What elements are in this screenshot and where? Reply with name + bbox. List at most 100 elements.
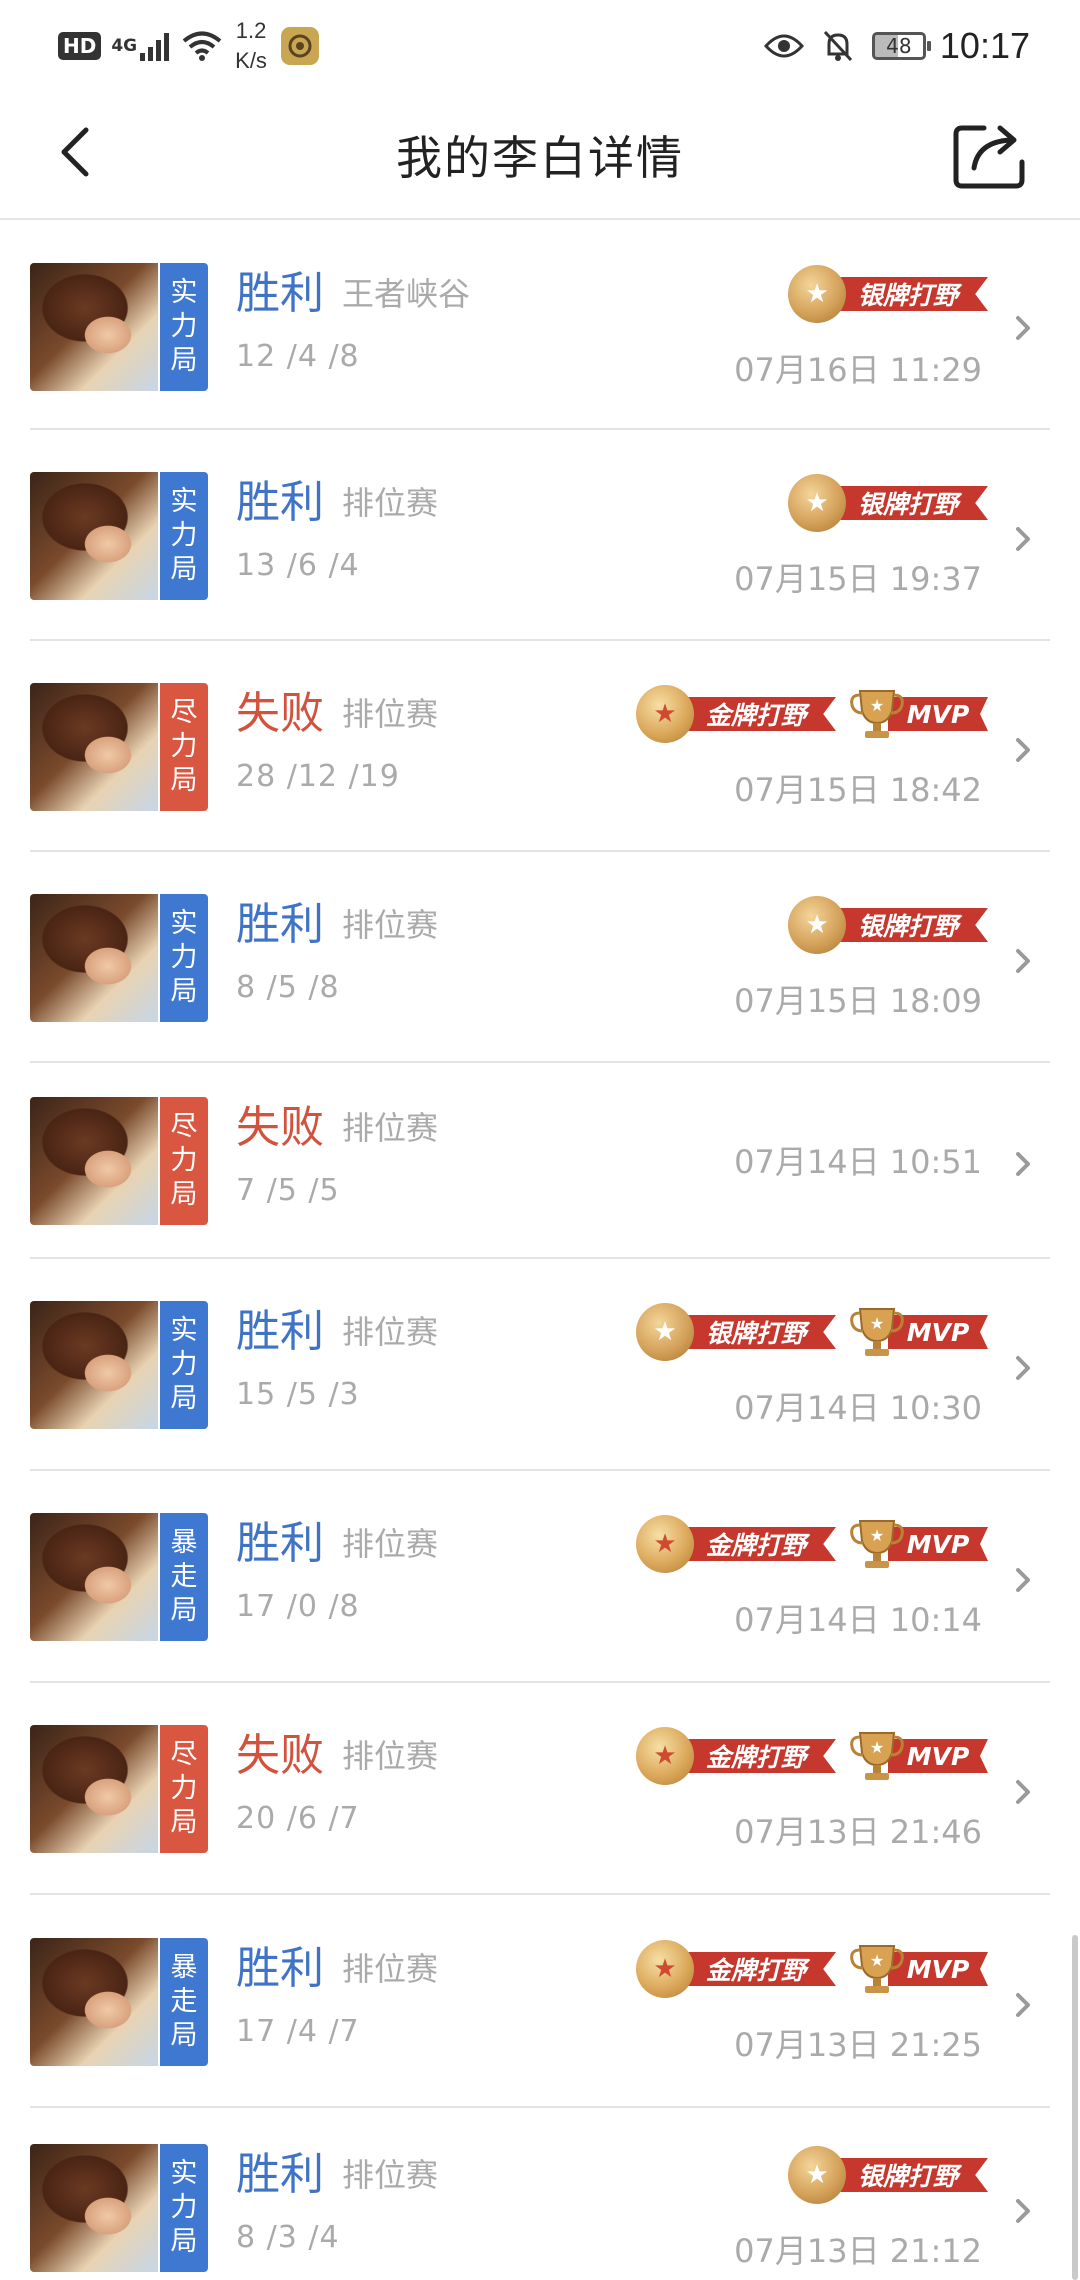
page-title: 我的李白详情 — [396, 131, 684, 185]
medal-star-icon: ★ — [788, 2146, 846, 2204]
medal-star-icon: ★ — [636, 1515, 694, 1573]
medal-star-icon: ★ — [788, 896, 846, 954]
rating-tag-char: 局 — [170, 554, 198, 585]
badge-label: 金牌打野 — [676, 1527, 836, 1561]
rating-tag-char: 力 — [170, 942, 198, 973]
match-rating-tag: 尽力局 — [160, 1097, 208, 1225]
medal-star-icon: ★ — [636, 1940, 694, 1998]
rating-tag-char: 暴 — [170, 1952, 198, 1983]
badge-label: 银牌打野 — [828, 486, 988, 520]
match-row[interactable]: 尽力局失败 排位赛 20 /6 /7 07月13日 21:46 MVP ★ 金牌打野 ★ — [30, 1683, 1050, 1895]
match-row[interactable]: 暴走局胜利 排位赛 17 /4 /7 07月13日 21:25 MVP ★ 金牌打野 ★ — [30, 1895, 1050, 2108]
chevron-right-icon[interactable] — [1012, 313, 1034, 343]
hero-avatar: 实力局 — [30, 894, 208, 1022]
rating-tag-char: 力 — [170, 520, 198, 551]
hero-portrait — [30, 894, 158, 1022]
rating-tag-char: 实 — [170, 908, 198, 939]
match-row[interactable]: 实力局胜利 王者峡谷 12 /4 /8 07月16日 11:29 银牌打野 ★ — [30, 220, 1050, 430]
chevron-left-icon[interactable] — [48, 122, 108, 182]
match-result: 失败 — [236, 688, 324, 739]
scrollbar[interactable] — [1072, 1935, 1078, 2280]
speed-value: 1.2 — [235, 18, 267, 43]
badge-label: 银牌打野 — [828, 277, 988, 311]
chevron-right-icon[interactable] — [1012, 1565, 1034, 1595]
match-row[interactable]: 实力局胜利 排位赛 8 /5 /8 07月15日 18:09 银牌打野 ★ — [30, 852, 1050, 1063]
kda-stats: 12 /4 /8 — [236, 339, 360, 374]
match-row[interactable]: 尽力局失败 排位赛 28 /12 /19 07月15日 18:42 MVP ★ 金牌打野 ★ — [30, 641, 1050, 852]
match-rating-tag: 实力局 — [160, 2144, 208, 2272]
match-rating-tag: 实力局 — [160, 263, 208, 391]
kda-stats: 17 /4 /7 — [236, 2014, 360, 2049]
game-mode: 排位赛 — [342, 1737, 439, 1775]
hero-avatar: 尽力局 — [30, 683, 208, 811]
hero-portrait — [30, 1513, 158, 1641]
mvp-badge: MVP ★ — [848, 685, 988, 743]
match-time: 07月14日 10:30 — [734, 1389, 982, 1427]
chevron-right-icon[interactable] — [1012, 1990, 1034, 2020]
rating-tag-char: 实 — [170, 486, 198, 517]
chevron-right-icon[interactable] — [1012, 1149, 1034, 1179]
rating-tag-char: 局 — [170, 976, 198, 1007]
jungle-medal-badge: 银牌打野 ★ — [788, 474, 988, 532]
kda-stats: 20 /6 /7 — [236, 1801, 360, 1836]
jungle-medal-badge: 银牌打野 ★ — [788, 2146, 988, 2204]
rating-tag-char: 局 — [170, 1807, 198, 1838]
hero-avatar: 实力局 — [30, 263, 208, 391]
hero-portrait — [30, 263, 158, 391]
medal-star-icon: ★ — [788, 474, 846, 532]
rating-tag-char: 暴 — [170, 1527, 198, 1558]
match-result: 胜利 — [236, 1306, 324, 1357]
chevron-right-icon[interactable] — [1012, 1777, 1034, 1807]
match-rating-tag: 实力局 — [160, 894, 208, 1022]
svg-text:★: ★ — [870, 1951, 884, 1970]
jungle-medal-badge: 金牌打野 ★ — [636, 1515, 836, 1573]
jungle-medal-badge: 金牌打野 ★ — [636, 685, 836, 743]
match-time: 07月13日 21:12 — [734, 2232, 982, 2270]
rating-tag-char: 局 — [170, 2020, 198, 2051]
jungle-medal-badge: 金牌打野 ★ — [636, 1727, 836, 1785]
rating-tag-char: 局 — [170, 345, 198, 376]
match-time: 07月13日 21:25 — [734, 2026, 982, 2064]
match-time: 07月13日 21:46 — [734, 1813, 982, 1851]
game-mode: 排位赛 — [342, 1950, 439, 1988]
match-row[interactable]: 实力局胜利 排位赛 8 /3 /4 07月13日 21:12 银牌打野 ★ — [30, 2108, 1050, 2280]
match-time: 07月14日 10:14 — [734, 1601, 982, 1639]
trophy-icon: ★ — [850, 690, 904, 738]
badge-label: 金牌打野 — [676, 697, 836, 731]
match-row[interactable]: 暴走局胜利 排位赛 17 /0 /8 07月14日 10:14 MVP ★ 金牌打野 ★ — [30, 1471, 1050, 1683]
match-time: 07月14日 10:51 — [734, 1143, 982, 1181]
game-mode: 排位赛 — [342, 484, 439, 522]
match-list: 实力局胜利 王者峡谷 12 /4 /8 07月16日 11:29 银牌打野 ★ 实力局胜利排… — [0, 220, 1080, 2280]
hero-portrait — [30, 2144, 158, 2272]
hero-portrait — [30, 1938, 158, 2066]
chevron-right-icon[interactable] — [1012, 946, 1034, 976]
app-notification-icon — [280, 27, 319, 65]
chevron-right-icon[interactable] — [1012, 1353, 1034, 1383]
speed-unit: K/s — [235, 48, 267, 73]
match-result: 胜利 — [236, 1943, 324, 1994]
jungle-medal-badge: 银牌打野 ★ — [788, 265, 988, 323]
svg-text:★: ★ — [870, 696, 884, 715]
chevron-right-icon[interactable] — [1012, 735, 1034, 765]
badge-label: 银牌打野 — [676, 1315, 836, 1349]
hero-avatar: 实力局 — [30, 2144, 208, 2272]
chevron-right-icon[interactable] — [1012, 524, 1034, 554]
kda-stats: 13 /6 /4 — [236, 548, 360, 583]
match-row[interactable]: 实力局胜利 排位赛 15 /5 /3 07月14日 10:30 MVP ★ 银牌打野 ★ — [30, 1259, 1050, 1471]
trophy-icon: ★ — [850, 1945, 904, 1993]
hero-avatar: 实力局 — [30, 472, 208, 600]
match-row[interactable]: 实力局胜利 排位赛 13 /6 /4 07月15日 19:37 银牌打野 ★ — [30, 430, 1050, 641]
badge-label: 金牌打野 — [676, 1952, 836, 1986]
svg-text:★: ★ — [870, 1526, 884, 1545]
rating-tag-char: 局 — [170, 765, 198, 796]
match-row[interactable]: 尽力局失败 排位赛 7 /5 /5 07月14日 10:51 — [30, 1063, 1050, 1259]
rating-tag-char: 尽 — [170, 1739, 198, 1770]
chevron-right-icon[interactable] — [1012, 2196, 1034, 2226]
hero-portrait — [30, 1097, 158, 1225]
signal-icon — [140, 33, 170, 61]
share-icon[interactable] — [950, 114, 1030, 194]
rating-tag-char: 力 — [170, 731, 198, 762]
network-speed: 1.2 K/s — [235, 16, 267, 76]
rating-tag-char: 走 — [170, 1986, 198, 2017]
game-mode: 排位赛 — [342, 1313, 439, 1351]
